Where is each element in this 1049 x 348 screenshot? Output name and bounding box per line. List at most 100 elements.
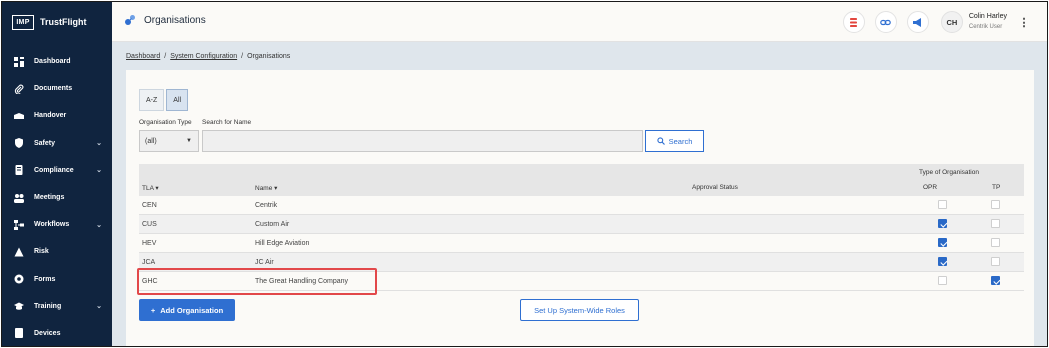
sidebar-item-label: Dashboard bbox=[34, 58, 71, 66]
set-up-roles-button[interactable]: Set Up System-Wide Roles bbox=[520, 299, 639, 321]
table-body: CEN Centrik CUS Custom Air HEV Hill Edge… bbox=[139, 196, 1024, 291]
column-approval-status: Approval Status bbox=[692, 184, 738, 191]
sidebar-item-label: Compliance bbox=[34, 166, 74, 174]
column-name[interactable]: Name ▾ bbox=[255, 184, 277, 192]
organisations-table: Type of Organisation TLA ▾ Name ▾ Approv… bbox=[139, 164, 1024, 291]
cell-name[interactable]: Custom Air bbox=[255, 221, 289, 228]
opr-checkbox[interactable] bbox=[938, 276, 947, 285]
tp-checkbox[interactable] bbox=[991, 200, 1000, 209]
org-type-select[interactable]: (all) ▼ bbox=[139, 130, 199, 152]
meetings-icon bbox=[14, 193, 24, 203]
sidebar-item-risk[interactable]: Risk bbox=[2, 238, 112, 265]
stack-button[interactable] bbox=[842, 11, 865, 33]
tp-checkbox[interactable] bbox=[991, 238, 1000, 247]
table-row[interactable]: HEV Hill Edge Aviation bbox=[139, 234, 1024, 253]
user-menu[interactable]: CH Colin Harley Centrik User bbox=[940, 11, 1007, 33]
sidebar-item-label: Forms bbox=[34, 275, 56, 283]
org-type-label: Organisation Type bbox=[139, 119, 192, 126]
compliance-icon bbox=[14, 165, 24, 176]
avatar: CH bbox=[940, 11, 963, 33]
alpha-all-button[interactable]: All bbox=[166, 89, 189, 111]
table-row[interactable]: GHC The Great Handling Company bbox=[139, 272, 1024, 291]
breadcrumb-system-configuration[interactable]: System Configuration bbox=[170, 53, 237, 60]
table-header: Type of Organisation TLA ▾ Name ▾ Approv… bbox=[139, 164, 1024, 196]
sidebar-item-training[interactable]: Training ⌄ bbox=[2, 293, 112, 320]
sidebar-item-handover[interactable]: Handover bbox=[2, 102, 112, 129]
sidebar-nav: Dashboard Documents Handover Safety ⌄ Co… bbox=[2, 48, 112, 346]
sidebar-item-safety[interactable]: Safety ⌄ bbox=[2, 130, 112, 157]
organisations-card: A-Z All Organisation Type Search for Nam… bbox=[126, 70, 1034, 346]
search-button-label: Search bbox=[668, 136, 693, 146]
sidebar-item-documents[interactable]: Documents bbox=[2, 75, 112, 102]
user-name: Colin Harley bbox=[968, 13, 1007, 20]
search-name-input[interactable] bbox=[202, 130, 643, 152]
page-title: Organisations bbox=[144, 14, 206, 26]
sidebar: IMP TrustFlight Dashboard Documents Hand… bbox=[2, 2, 112, 346]
breadcrumb: Dashboard / System Configuration / Organ… bbox=[126, 53, 290, 60]
link-icon bbox=[880, 19, 892, 25]
type-of-organisation-header: Type of Organisation bbox=[919, 169, 979, 176]
opr-checkbox[interactable] bbox=[938, 200, 947, 209]
alpha-az-button[interactable]: A-Z bbox=[139, 89, 165, 111]
sidebar-item-label: Safety bbox=[34, 139, 56, 147]
opr-checkbox[interactable] bbox=[938, 219, 947, 228]
column-opr: OPR bbox=[923, 184, 938, 191]
sidebar-item-label: Training bbox=[34, 302, 62, 310]
search-button[interactable]: Search bbox=[645, 130, 704, 152]
organisation-icon bbox=[125, 15, 135, 25]
tp-checkbox[interactable] bbox=[991, 276, 1000, 285]
user-info: Colin Harley Centrik User bbox=[969, 12, 1007, 32]
sidebar-item-label: Devices bbox=[34, 329, 61, 337]
table-row[interactable]: CEN Centrik bbox=[139, 196, 1024, 215]
page-heading: Organisations bbox=[124, 14, 206, 26]
megaphone-icon bbox=[913, 17, 922, 27]
stack-icon bbox=[850, 17, 858, 27]
paperclip-icon bbox=[14, 84, 24, 94]
cell-name[interactable]: Hill Edge Aviation bbox=[255, 240, 309, 247]
sidebar-item-workflows[interactable]: Workflows ⌄ bbox=[2, 211, 112, 238]
cell-name[interactable]: JC Air bbox=[255, 259, 274, 266]
brand-logo: IMP bbox=[12, 14, 34, 30]
brand[interactable]: IMP TrustFlight bbox=[2, 2, 112, 42]
plus-icon: + bbox=[150, 305, 156, 315]
chevron-down-icon: ⌄ bbox=[96, 303, 102, 311]
sidebar-item-meetings[interactable]: Meetings bbox=[2, 184, 112, 211]
add-organisation-label: Add Organisation bbox=[160, 305, 224, 315]
search-name-label: Search for Name bbox=[202, 119, 252, 126]
brand-name: TrustFlight bbox=[40, 17, 87, 27]
workflows-icon bbox=[14, 219, 24, 230]
cell-tla: CEN bbox=[142, 202, 157, 209]
sidebar-item-forms[interactable]: Forms bbox=[2, 266, 112, 293]
cell-tla: CUS bbox=[142, 221, 157, 228]
cell-name[interactable]: Centrik bbox=[255, 202, 277, 209]
forms-icon bbox=[14, 274, 24, 284]
table-row[interactable]: CUS Custom Air bbox=[139, 215, 1024, 234]
breadcrumb-dashboard[interactable]: Dashboard bbox=[126, 53, 160, 60]
breadcrumb-current: Organisations bbox=[247, 53, 291, 60]
sidebar-item-label: Workflows bbox=[34, 221, 70, 229]
opr-checkbox[interactable] bbox=[938, 257, 947, 266]
sidebar-item-compliance[interactable]: Compliance ⌄ bbox=[2, 157, 112, 184]
opr-checkbox[interactable] bbox=[938, 238, 947, 247]
user-role: Centrik User bbox=[968, 24, 1003, 30]
cell-name[interactable]: The Great Handling Company bbox=[255, 278, 348, 285]
chevron-down-icon: ⌄ bbox=[96, 221, 102, 229]
cell-tla: GHC bbox=[142, 278, 158, 285]
sidebar-item-label: Meetings bbox=[34, 194, 65, 202]
risk-icon bbox=[14, 247, 24, 257]
tp-checkbox[interactable] bbox=[991, 257, 1000, 266]
table-row[interactable]: JCA JC Air bbox=[139, 253, 1024, 272]
announcement-button[interactable] bbox=[906, 11, 929, 33]
sidebar-item-dashboard[interactable]: Dashboard bbox=[2, 48, 112, 75]
breadcrumb-separator: / bbox=[241, 53, 244, 60]
sidebar-item-devices[interactable]: Devices bbox=[2, 320, 112, 346]
add-organisation-button[interactable]: + Add Organisation bbox=[139, 299, 235, 321]
chevron-down-icon: ⌄ bbox=[96, 167, 102, 175]
link-button[interactable] bbox=[874, 11, 897, 33]
search-icon bbox=[656, 137, 665, 145]
kebab-menu-icon[interactable]: ⋮ bbox=[1017, 13, 1031, 31]
column-tla[interactable]: TLA ▾ bbox=[142, 184, 159, 192]
tp-checkbox[interactable] bbox=[991, 219, 1000, 228]
devices-icon bbox=[14, 328, 24, 339]
chevron-down-icon: ▼ bbox=[186, 138, 192, 144]
